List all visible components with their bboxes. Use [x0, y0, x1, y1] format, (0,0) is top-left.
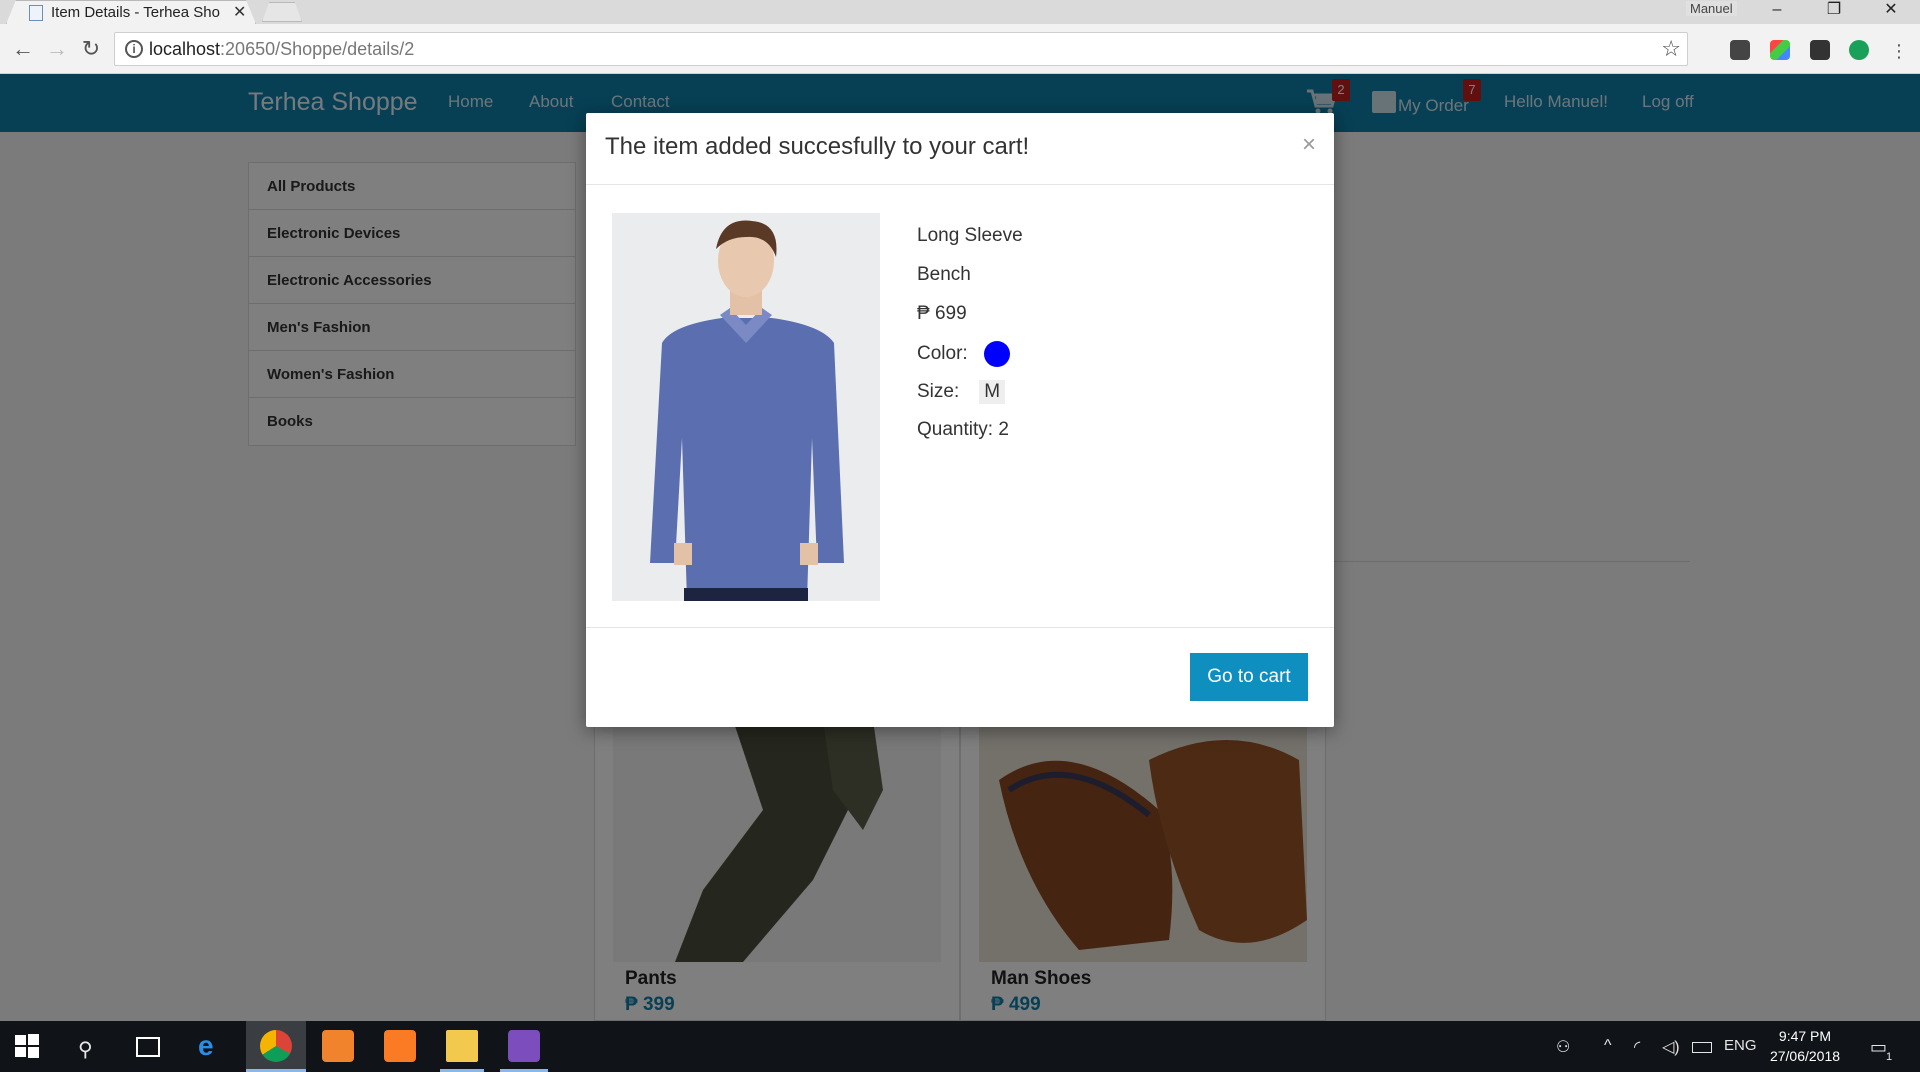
quantity-text: Quantity: 2 — [917, 419, 1009, 440]
minimize-icon[interactable]: – — [1754, 0, 1800, 24]
url-text[interactable]: localhost:20650/Shoppe/details/2 — [149, 39, 414, 60]
modal-footer-divider — [586, 627, 1334, 628]
color-row: Color: — [917, 341, 1010, 367]
forward-icon[interactable]: → — [44, 36, 70, 62]
go-to-cart-button[interactable]: Go to cart — [1190, 653, 1308, 701]
file-explorer-icon[interactable] — [446, 1030, 478, 1062]
chevron-up-icon[interactable]: ^ — [1604, 1037, 1612, 1055]
browser-tabbar: Item Details - Terhea Sho ✕ Manuel – ❐ ✕ — [0, 0, 1920, 24]
language-indicator[interactable]: ENG — [1724, 1037, 1757, 1054]
extension-shield-icon[interactable] — [1730, 40, 1750, 60]
clock-date: 27/06/2018 — [1769, 1048, 1841, 1064]
size-label: Size: — [917, 381, 960, 402]
reload-icon[interactable]: ↻ — [78, 36, 104, 62]
info-icon[interactable]: i — [125, 40, 143, 58]
edge-icon[interactable]: e — [198, 1030, 230, 1062]
product-price: ₱ 699 — [917, 303, 967, 324]
url-path: :20650/Shoppe/details/2 — [220, 39, 415, 59]
wifi-icon[interactable]: ◜ — [1634, 1037, 1640, 1057]
profile-name[interactable]: Manuel — [1686, 1, 1737, 16]
windows-start-icon[interactable] — [14, 1033, 40, 1059]
size-row: Size: M — [917, 380, 1006, 404]
clock-time: 9:47 PM — [1778, 1028, 1832, 1044]
browser-tab[interactable]: Item Details - Terhea Sho ✕ — [6, 0, 256, 24]
extension-pinwheel-icon[interactable] — [1770, 40, 1790, 60]
color-label: Color: — [917, 343, 968, 365]
notification-count: 1 — [1886, 1051, 1893, 1063]
modal-title: The item added succesfully to your cart! — [605, 133, 1030, 160]
chrome-menu-icon[interactable]: ⋮ — [1886, 38, 1912, 64]
visual-studio-icon[interactable] — [508, 1030, 540, 1062]
product-brand: Bench — [917, 264, 971, 285]
tab-title: Item Details - Terhea Sho — [51, 4, 220, 21]
added-to-cart-modal: The item added succesfully to your cart!… — [586, 113, 1334, 727]
chrome-icon[interactable] — [260, 1030, 292, 1062]
battery-icon[interactable] — [1692, 1042, 1712, 1053]
volume-icon[interactable]: ◁) — [1662, 1037, 1680, 1057]
page-icon — [29, 5, 43, 21]
browser-toolbar: ← → ↻ i localhost:20650/Shoppe/details/2… — [0, 24, 1920, 74]
close-window-icon[interactable]: ✕ — [1868, 0, 1914, 24]
people-icon[interactable]: ⚇ — [1556, 1037, 1570, 1057]
address-bar[interactable]: i localhost:20650/Shoppe/details/2 ☆ — [114, 32, 1688, 66]
product-image — [612, 213, 880, 601]
clock[interactable]: 9:47 PM 27/06/2018 — [1766, 1026, 1844, 1066]
url-host: localhost — [149, 39, 221, 59]
new-tab-button[interactable] — [262, 2, 302, 22]
bookmark-star-icon[interactable]: ☆ — [1661, 36, 1681, 62]
close-icon[interactable]: × — [1302, 131, 1316, 159]
sublime-text-icon[interactable] — [322, 1030, 354, 1062]
windows-taskbar: ⚲ e ⚇ ^ ◜ ◁) ENG 9:47 PM 27/06/2018 ▭ 1 — [0, 1021, 1920, 1072]
modal-header: The item added succesfully to your cart!… — [586, 113, 1334, 185]
xampp-icon[interactable] — [384, 1030, 416, 1062]
close-tab-icon[interactable]: ✕ — [233, 2, 246, 22]
restore-icon[interactable]: ❐ — [1811, 0, 1857, 24]
task-view-icon[interactable] — [136, 1037, 160, 1057]
color-swatch — [983, 341, 1010, 367]
search-icon[interactable]: ⚲ — [78, 1037, 93, 1062]
product-title: Long Sleeve — [917, 225, 1023, 246]
extension-download-icon[interactable] — [1810, 40, 1830, 60]
back-icon[interactable]: ← — [10, 36, 36, 62]
extension-grammarly-icon[interactable] — [1849, 40, 1869, 60]
action-center-icon[interactable]: ▭ — [1870, 1037, 1887, 1058]
page-viewport: Terhea Shoppe Home About Contact 2 My Or… — [0, 74, 1920, 1021]
size-value: M — [979, 380, 1006, 404]
